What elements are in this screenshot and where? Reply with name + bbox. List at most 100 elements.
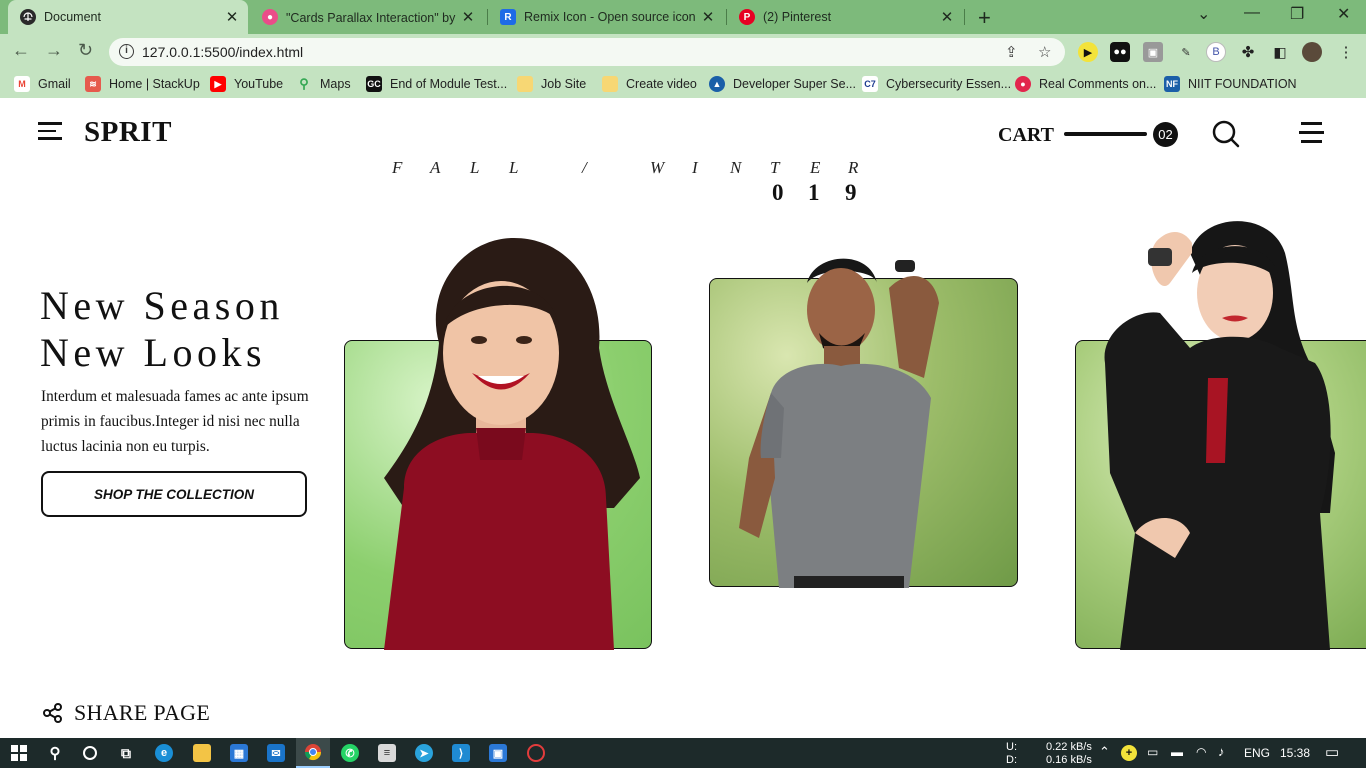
search-icon[interactable] (1212, 120, 1240, 153)
bookmark-cybersecurity[interactable]: C7 Cybersecurity Essen... (862, 76, 1011, 92)
bookmark-create-video[interactable]: Create video (602, 76, 697, 92)
hero-title-line: New Looks (40, 330, 267, 375)
tray-app-icon[interactable]: + (1121, 745, 1137, 761)
share-nodes-icon (43, 703, 62, 723)
telegram-icon[interactable]: ➤ (415, 744, 433, 762)
meet-icon[interactable]: ▭ (1147, 745, 1158, 759)
season-letter: T (770, 158, 780, 177)
minimize-icon[interactable]: — (1244, 4, 1260, 22)
reload-icon[interactable]: ↻ (78, 40, 93, 61)
season-letter: F (392, 158, 403, 177)
bookmark-star-icon[interactable]: ☆ (1038, 43, 1051, 61)
tab-pinterest[interactable]: P (2) Pinterest ✕ (727, 0, 963, 34)
notification-icon[interactable]: ▭ (1325, 743, 1339, 761)
close-tab-icon[interactable]: ✕ (937, 8, 957, 26)
tab-title: Document (44, 10, 101, 24)
address-url[interactable]: 127.0.0.1:5500/index.html (142, 44, 303, 60)
tab-remix-icon[interactable]: R Remix Icon - Open source icon lib ✕ (488, 0, 724, 34)
dribbble-icon: ● (262, 9, 278, 25)
search-icon[interactable]: ⚲ (46, 744, 64, 762)
store-icon[interactable]: ▦ (230, 744, 248, 762)
bookmark-youtube[interactable]: ▶ YouTube (210, 76, 283, 92)
windows-start-icon[interactable] (10, 744, 28, 762)
avatar[interactable] (1302, 42, 1322, 62)
restore-icon[interactable]: ❐ (1290, 4, 1304, 24)
season-letter: A (430, 158, 441, 177)
site-logo[interactable]: SPRIT (84, 116, 172, 149)
shop-collection-button[interactable]: SHOP THE COLLECTION (41, 471, 307, 517)
extension-icon[interactable]: ●● (1110, 42, 1130, 62)
app-circle-icon[interactable] (527, 744, 545, 762)
bookmark-label: Developer Super Se... (733, 77, 856, 91)
app-window-icon[interactable]: ▣ (489, 744, 507, 762)
bookmark-niit[interactable]: NF NIIT FOUNDATION (1164, 76, 1297, 92)
chevron-up-icon[interactable]: ⌃ (1099, 744, 1110, 760)
share-page-link[interactable]: SHARE PAGE (42, 700, 210, 726)
cart-link[interactable]: CART (998, 124, 1054, 147)
language-indicator[interactable]: ENG (1244, 746, 1270, 760)
browser-toolbar: ← → ↻ i 127.0.0.1:5500/index.html ⇪ ☆ ▶ … (0, 34, 1366, 70)
bookmark-gmail[interactable]: M Gmail (14, 76, 71, 92)
back-icon[interactable]: ← (12, 40, 30, 61)
vscode-icon[interactable]: ⟩ (452, 744, 470, 762)
bookmark-real-comments[interactable]: ● Real Comments on... (1015, 76, 1156, 92)
puzzle-icon[interactable]: ✤ (1238, 42, 1258, 62)
bookmark-developer[interactable]: ▲ Developer Super Se... (709, 76, 856, 92)
hero-title: New Season New Looks (40, 282, 284, 376)
bookmark-module-test[interactable]: GC End of Module Test... (366, 76, 507, 92)
new-tab-icon[interactable]: + (978, 5, 991, 31)
bookmark-maps[interactable]: ⚲ Maps (296, 76, 350, 92)
gmail-icon: M (14, 76, 30, 92)
bookmark-label: NIIT FOUNDATION (1188, 77, 1297, 91)
download-label: D: (1006, 754, 1017, 766)
extension-icon[interactable]: ▣ (1143, 42, 1163, 62)
site-info-icon[interactable]: i (119, 44, 134, 59)
bookmark-label: Job Site (541, 77, 587, 91)
season-letter: R (848, 158, 859, 177)
address-bar[interactable]: i 127.0.0.1:5500/index.html ⇪ ☆ (109, 38, 1065, 66)
notepad-icon[interactable]: ≡ (378, 744, 396, 762)
bookmark-label: Create video (626, 77, 697, 91)
tab-document[interactable]: Document ✕ (8, 0, 248, 34)
bookmarks-bar: M Gmail ≋ Home | StackUp ▶ YouTube ⚲ Map… (0, 70, 1366, 98)
share-icon[interactable]: ⇪ (1005, 43, 1018, 61)
task-view-icon[interactable]: ⧉ (117, 744, 135, 762)
side-panel-icon[interactable]: ◧ (1270, 42, 1290, 62)
clock[interactable]: 15:38 (1280, 746, 1310, 760)
close-tab-icon[interactable]: ✕ (222, 8, 242, 26)
tab-cards-parallax[interactable]: ● "Cards Parallax Interaction" by ★ ✕ (250, 0, 484, 34)
c7-icon: C7 (862, 76, 878, 92)
developer-icon: ▲ (709, 76, 725, 92)
whatsapp-icon[interactable]: ✆ (341, 744, 359, 762)
maps-icon: ⚲ (299, 76, 309, 91)
bookmark-label: YouTube (234, 77, 284, 91)
tab-search-chevron-icon[interactable]: ⌄ (1197, 4, 1210, 24)
season-letter: L (470, 158, 480, 177)
close-tab-icon[interactable]: ✕ (698, 8, 718, 26)
upload-label: U: (1006, 741, 1017, 753)
cart-line-divider (1064, 132, 1147, 136)
cortana-icon[interactable] (81, 744, 99, 762)
file-explorer-icon[interactable] (193, 744, 211, 762)
bookmark-stackup[interactable]: ≋ Home | StackUp (85, 76, 200, 92)
forward-icon[interactable]: → (45, 40, 63, 61)
edge-icon[interactable]: e (155, 744, 173, 762)
close-tab-icon[interactable]: ✕ (458, 8, 478, 26)
chrome-taskbar-button[interactable] (296, 738, 330, 768)
mail-icon[interactable]: ✉ (267, 744, 285, 762)
battery-icon[interactable]: ▬ (1171, 745, 1183, 759)
menu-icon[interactable] (1299, 122, 1324, 144)
more-menu-icon[interactable]: ⋮ (1336, 42, 1356, 62)
hamburger-menu-icon[interactable] (38, 122, 62, 142)
profile-avatar[interactable]: B (1206, 42, 1226, 62)
pinterest-icon: P (739, 9, 755, 25)
volume-icon[interactable]: ♪ (1218, 744, 1225, 759)
comments-icon: ● (1015, 76, 1031, 92)
eyedropper-icon[interactable]: ✎ (1176, 42, 1196, 62)
hero-title-line: New Season (40, 283, 284, 328)
globe-icon (20, 9, 36, 25)
bookmark-job-site[interactable]: Job Site (517, 76, 586, 92)
close-window-icon[interactable]: ✕ (1337, 4, 1350, 24)
wifi-icon[interactable]: ◠ (1196, 745, 1206, 759)
extension-icon[interactable]: ▶ (1078, 42, 1098, 62)
